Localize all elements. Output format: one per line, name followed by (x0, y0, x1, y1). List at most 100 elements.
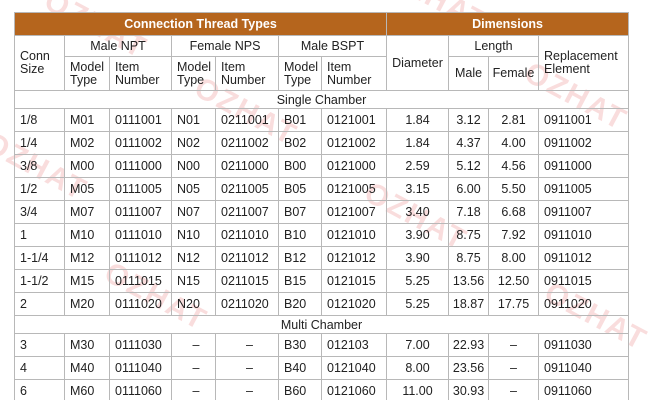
nps-model-cell: N01 (171, 108, 216, 132)
npt-item-cell: 0111012 (109, 246, 172, 270)
nps-model-cell: N20 (171, 292, 216, 316)
npt-item-cell: 0111001 (109, 108, 172, 132)
length-male-cell: 8.75 (448, 246, 490, 270)
npt-item-cell: 0111040 (109, 356, 172, 380)
npt-item-cell: 0111005 (109, 177, 172, 201)
bspt-model-cell: B01 (278, 108, 322, 132)
npt-model-cell: M15 (64, 269, 110, 293)
length-female-cell: – (488, 333, 540, 357)
npt-item-cell: 0111060 (109, 379, 172, 400)
male-npt-header: Male NPT (64, 35, 172, 57)
npt-model-cell: M05 (64, 177, 110, 201)
bspt-model-cell: B02 (278, 131, 322, 155)
table-row: 3/8 M00 0111000 N00 0211000 B00 0121000 2.59 5.1… (14, 154, 630, 178)
nps-item-cell: – (215, 379, 279, 400)
header-row: Connection Thread Types Dimensions (13, 12, 630, 36)
replacement-element-cell: 0911040 (538, 356, 630, 380)
npt-item-cell: 0111015 (109, 269, 172, 293)
conn-size-cell: 1-1/2 (14, 269, 65, 293)
conn-size-cell: 3/8 (14, 154, 65, 178)
diameter-cell: 1.84 (386, 108, 450, 132)
conn-size-cell: 3 (14, 333, 65, 357)
male-bspt-header: Male BSPT (277, 35, 388, 57)
diameter-cell: 1.84 (386, 131, 450, 155)
length-male-cell: 30.93 (448, 379, 490, 400)
model-type-header: Model Type (171, 56, 216, 91)
npt-model-cell: M12 (64, 246, 110, 270)
bspt-item-cell: 0121040 (320, 356, 388, 380)
bspt-item-cell: 012103 (320, 333, 388, 357)
length-female-cell: 12.50 (488, 269, 540, 293)
table-row: 1/2 M05 0111005 N05 0211005 B05 0121005 3.15 6.0… (14, 177, 630, 201)
nps-item-cell: – (215, 333, 279, 357)
spec-table: Connection Thread Types Dimensions Conn … (13, 12, 630, 400)
nps-item-cell: 0211015 (215, 269, 279, 293)
length-male-cell: 6.00 (448, 177, 490, 201)
length-female-cell: 2.81 (488, 108, 540, 132)
table-row: 3/4 M07 0111007 N07 0211007 B07 0121007 3.40 7.1… (14, 200, 630, 224)
npt-model-cell: M30 (64, 333, 110, 357)
nps-item-cell: 0211001 (215, 108, 279, 132)
diameter-cell: 2.59 (386, 154, 450, 178)
table-row: 2 M20 0111020 N20 0211020 B20 0121020 5.25 18.87… (14, 292, 630, 316)
nps-model-cell: N05 (171, 177, 216, 201)
conn-size-cell: 2 (14, 292, 65, 316)
replacement-element-cell: 0911012 (538, 246, 630, 270)
diameter-cell: 11.00 (386, 379, 450, 400)
length-male-cell: 18.87 (448, 292, 490, 316)
length-header: Length (448, 35, 540, 57)
nps-item-cell: 0211020 (215, 292, 279, 316)
bspt-model-cell: B60 (278, 379, 322, 400)
nps-item-cell: 0211007 (215, 200, 279, 224)
length-female-cell: 4.00 (488, 131, 540, 155)
single-chamber-label: Single Chamber (13, 90, 630, 109)
length-male-cell: 23.56 (448, 356, 490, 380)
model-type-header: Model Type (64, 56, 110, 91)
npt-model-cell: M00 (64, 154, 110, 178)
diameter-cell: 3.40 (386, 200, 450, 224)
conn-size-cell: 1-1/4 (14, 246, 65, 270)
nps-item-cell: 0211005 (215, 177, 279, 201)
nps-model-cell: N15 (171, 269, 216, 293)
nps-item-cell: 0211002 (215, 131, 279, 155)
npt-model-cell: M60 (64, 379, 110, 400)
conn-size-cell: 1/2 (14, 177, 65, 201)
length-female-cell: 4.56 (488, 154, 540, 178)
table-row: 1 M10 0111010 N10 0211010 B10 0121010 3.90 8.75 7… (14, 223, 630, 247)
nps-item-cell: 0211010 (215, 223, 279, 247)
npt-item-cell: 0111030 (109, 333, 172, 357)
npt-model-cell: M01 (64, 108, 110, 132)
sub-header-row: Model Type Item Number Model Type Item Numbe… (15, 56, 629, 91)
bspt-model-cell: B05 (278, 177, 322, 201)
diameter-cell: 3.90 (386, 223, 450, 247)
diameter-cell: 7.00 (386, 333, 450, 357)
bspt-item-cell: 0121060 (320, 379, 388, 400)
bspt-item-cell: 0121002 (320, 131, 388, 155)
conn-size-cell: 6 (14, 379, 65, 400)
length-male-cell: 7.18 (448, 200, 490, 224)
bspt-item-cell: 0121020 (320, 292, 388, 316)
conn-size-cell: 1/8 (14, 108, 65, 132)
bspt-item-cell: 0121007 (320, 200, 388, 224)
replacement-element-cell: 0911030 (538, 333, 630, 357)
length-male-cell: 22.93 (448, 333, 490, 357)
length-male-cell: 8.75 (448, 223, 490, 247)
female-nps-header: Female NPS (171, 35, 279, 57)
bspt-model-cell: B12 (278, 246, 322, 270)
length-female-cell: – (488, 356, 540, 380)
npt-item-cell: 0111020 (109, 292, 172, 316)
nps-model-cell: N00 (171, 154, 216, 178)
nps-model-cell: – (171, 356, 216, 380)
bspt-item-cell: 0121015 (320, 269, 388, 293)
bspt-model-cell: B10 (278, 223, 322, 247)
conn-size-cell: 1 (14, 223, 65, 247)
diameter-cell: 3.15 (386, 177, 450, 201)
multi-chamber-body: 3 M30 0111030– – B30 012103 7.00 22.93–0911030 4… (14, 333, 630, 400)
nps-model-cell: N07 (171, 200, 216, 224)
nps-model-cell: – (171, 379, 216, 400)
npt-model-cell: M10 (64, 223, 110, 247)
npt-model-cell: M07 (64, 200, 110, 224)
conn-size-cell: 4 (14, 356, 65, 380)
npt-item-cell: 0111000 (109, 154, 172, 178)
bspt-model-cell: B30 (278, 333, 322, 357)
